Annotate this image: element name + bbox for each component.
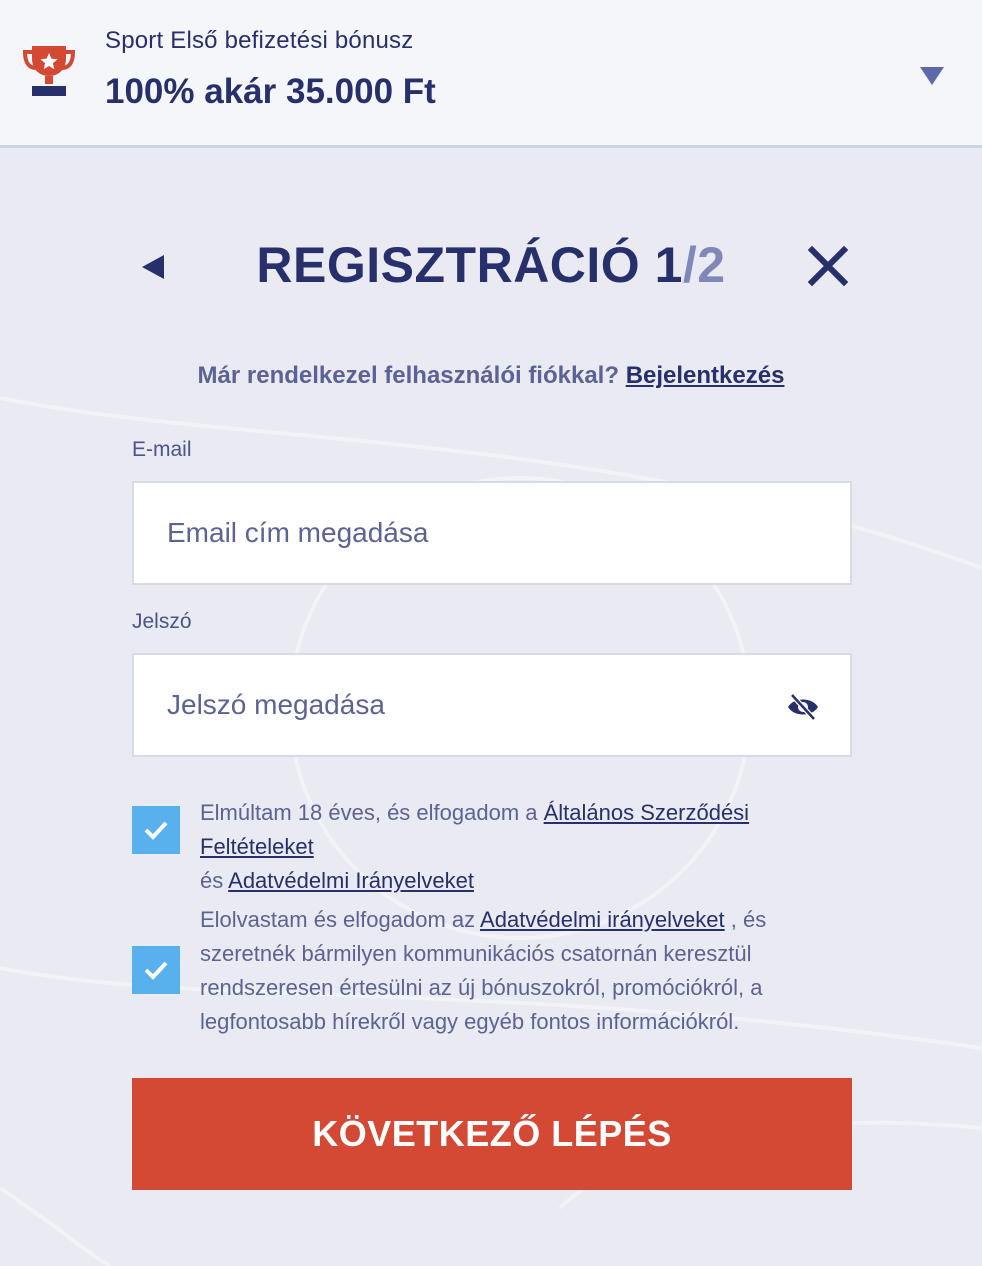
email-input[interactable] bbox=[134, 483, 850, 583]
trophy-icon bbox=[22, 46, 76, 96]
title-step-total: /2 bbox=[682, 237, 726, 293]
terms-text-before: Elmúltam 18 éves, és elfogadom a bbox=[200, 800, 544, 825]
terms-consent-text: Elmúltam 18 éves, és elfogadom a Általán… bbox=[200, 796, 850, 898]
eye-slash-icon[interactable] bbox=[786, 693, 820, 721]
password-label: Jelszó bbox=[132, 610, 192, 633]
bonus-banner[interactable]: Sport Első befizetési bónusz 100% akár 3… bbox=[0, 0, 982, 148]
login-link[interactable]: Bejelentkezés bbox=[626, 362, 785, 389]
terms-text-mid: és bbox=[200, 868, 229, 893]
marketing-privacy-link[interactable]: Adatvédelmi irányelveket bbox=[480, 907, 725, 932]
title-step: REGISZTRÁCIÓ 1 bbox=[256, 237, 683, 293]
checkmark-icon bbox=[144, 821, 168, 840]
terms-checkbox[interactable] bbox=[132, 806, 180, 854]
marketing-consent-text: Elolvastam és elfogadom az Adatvédelmi i… bbox=[200, 903, 850, 1039]
privacy-link[interactable]: Adatvédelmi Irányelveket bbox=[228, 868, 474, 893]
login-prompt: Már rendelkezel felhasználói fiókkal? Be… bbox=[0, 362, 982, 390]
password-input[interactable] bbox=[134, 655, 850, 755]
marketing-checkbox[interactable] bbox=[132, 946, 180, 994]
login-prompt-text: Már rendelkezel felhasználói fiókkal? bbox=[197, 362, 626, 389]
next-step-button[interactable]: KÖVETKEZŐ LÉPÉS bbox=[132, 1078, 852, 1190]
chevron-down-icon[interactable] bbox=[917, 64, 947, 88]
bonus-amount: 100% akár 35.000 Ft bbox=[105, 72, 436, 111]
marketing-text-before: Elolvastam és elfogadom az bbox=[200, 907, 481, 932]
close-icon[interactable] bbox=[808, 246, 848, 286]
password-field-box bbox=[132, 653, 852, 757]
checkmark-icon bbox=[144, 961, 168, 980]
email-label: E-mail bbox=[132, 438, 192, 461]
email-field-box bbox=[132, 481, 852, 585]
bonus-subtitle: Sport Első befizetési bónusz bbox=[105, 27, 414, 54]
